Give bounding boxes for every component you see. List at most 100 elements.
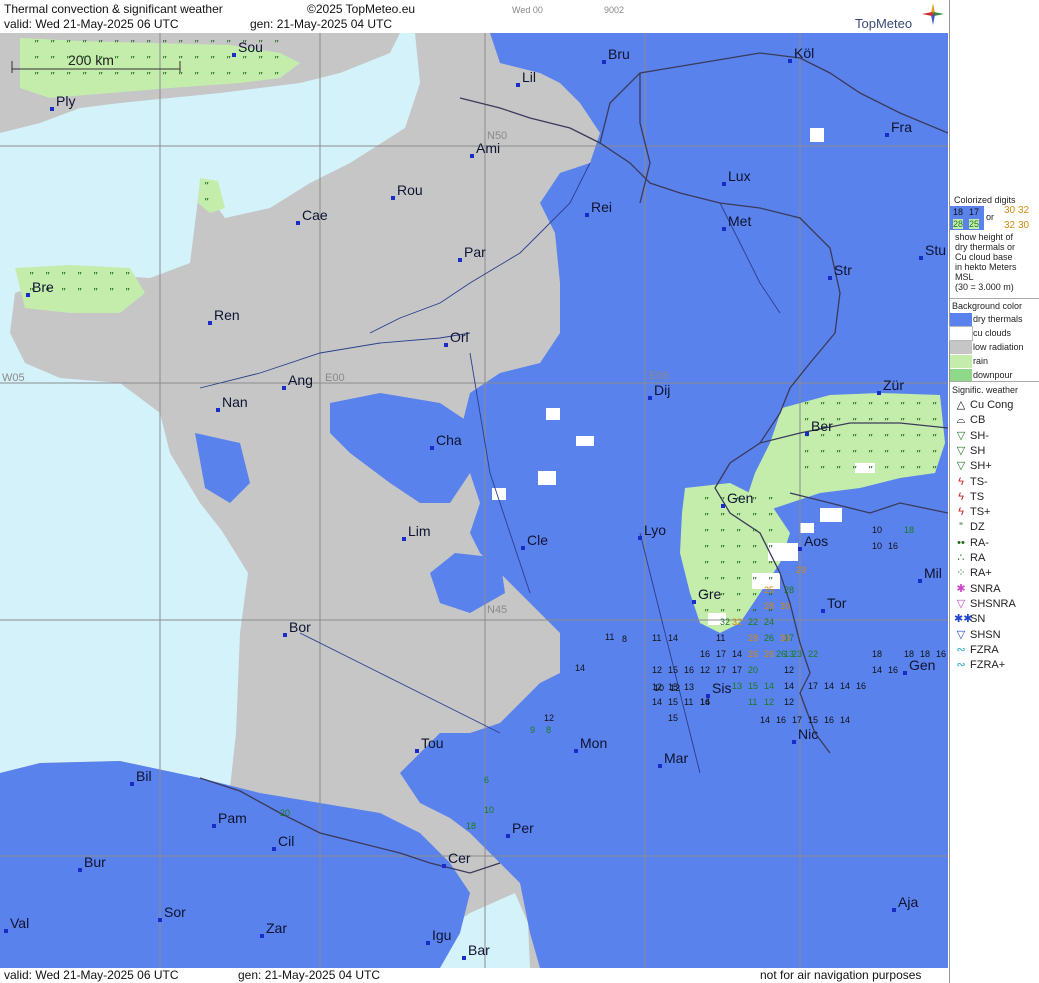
valid-time: valid: Wed 21-May-2025 06 UTC <box>4 17 179 31</box>
legend-sw-label: RA- <box>970 536 989 549</box>
height-digit: 12 <box>784 697 794 707</box>
height-digit: 16 <box>936 649 946 659</box>
drizzle-icon: ” <box>704 512 709 523</box>
drizzle-icon: ” <box>916 401 921 412</box>
legend-sw-label: RA+ <box>970 567 992 580</box>
drizzle-icon: ” <box>900 401 905 412</box>
city-label: Bur <box>84 854 106 870</box>
drizzle-icon: ” <box>34 71 39 82</box>
grid-label: E05 <box>649 370 669 382</box>
drizzle-icon: ” <box>130 71 135 82</box>
drizzle-icon: ” <box>114 71 119 82</box>
height-digit: 15 <box>808 715 818 725</box>
height-digit: 16 <box>888 665 898 675</box>
city-dot <box>574 749 578 753</box>
city-label: Bor <box>289 619 311 635</box>
footer-generated-time: gen: 21-May-2025 04 UTC <box>238 968 381 982</box>
weather-map[interactable]: 200 km N50N45W05 E00 E05 ”””””””””””””””””… <box>0 33 948 968</box>
drizzle-icon: ” <box>162 55 167 66</box>
snow-icon: ✱✱ <box>954 613 973 626</box>
height-digit: 12 <box>700 665 710 675</box>
legend-sw-label: SN <box>970 613 986 626</box>
drizzle-icon: ” <box>720 528 725 539</box>
city-label: Aos <box>804 533 828 549</box>
drizzle-icon: ” <box>125 271 130 282</box>
city-dot <box>788 59 792 63</box>
city-dot <box>442 864 446 868</box>
city-label: Köl <box>794 45 814 61</box>
city-dot <box>585 213 589 217</box>
grid-label: N45 <box>487 604 507 616</box>
city-dot <box>260 934 264 938</box>
city-dot <box>232 53 236 57</box>
drizzle-icon: ” <box>868 465 873 476</box>
height-digit: 8 <box>622 634 627 644</box>
legend-bg-label: dry thermals <box>973 314 1023 324</box>
drizzle-icon: ” <box>932 465 937 476</box>
city-label: Cae <box>302 207 328 223</box>
height-digit: 15 <box>748 681 758 691</box>
city-dot <box>470 154 474 158</box>
drizzle-icon: ” <box>93 271 98 282</box>
city-label: Igu <box>432 927 451 943</box>
copyright: ©2025 TopMeteo.eu <box>307 2 416 16</box>
rain-heavy-icon: ⁘ <box>956 567 966 580</box>
drizzle-icon: ” <box>194 71 199 82</box>
city-dot <box>506 834 510 838</box>
city-label: Zür <box>883 377 904 393</box>
drizzle-icon: ” <box>720 544 725 555</box>
city-dot <box>821 609 825 613</box>
height-digit: 18 <box>466 821 476 831</box>
city-dot <box>216 408 220 412</box>
city-dot <box>828 276 832 280</box>
legend-sw-label: SHSNRA <box>970 597 1016 610</box>
drizzle-icon: ” <box>194 55 199 66</box>
city-label: Bru <box>608 46 630 62</box>
height-digit: 28 <box>784 585 794 595</box>
legend-sw-label: CB <box>970 414 986 427</box>
snow-shower-icon: ▽ <box>956 628 966 641</box>
height-digit: 11 <box>652 633 661 643</box>
drizzle-icon: ” <box>752 560 757 571</box>
cloud-base-digit: 28 <box>764 601 774 611</box>
city-label: Bil <box>136 768 152 784</box>
legend-digit-samples: 18 17 28 25 <box>950 206 984 230</box>
drizzle-icon: ” <box>242 71 247 82</box>
legend-bg-label: cu clouds <box>973 328 1012 338</box>
city-dot <box>462 956 466 960</box>
height-digit: 32 <box>720 617 730 627</box>
height-digit: 17 <box>808 681 818 691</box>
city-dot <box>648 396 652 400</box>
height-digit: 14 <box>668 633 678 643</box>
city-label: Per <box>512 820 534 836</box>
city-label: Zar <box>266 920 287 936</box>
city-dot <box>706 694 710 698</box>
drizzle-icon: ” <box>178 55 183 66</box>
cloud-base-digit: 26 <box>748 649 758 659</box>
drizzle-icon: ” <box>204 181 209 192</box>
legend-swatch <box>949 326 973 341</box>
city-dot <box>722 182 726 186</box>
city-label: Gen <box>727 490 753 506</box>
footer-valid-time: valid: Wed 21-May-2025 06 UTC <box>4 968 179 982</box>
drizzle-icon: ” <box>884 417 889 428</box>
drizzle-icon: ” <box>98 55 103 66</box>
city-dot <box>638 536 642 540</box>
city-dot <box>444 343 448 347</box>
cloud-base-digit: 28 <box>748 633 758 643</box>
height-digit: 24 <box>764 617 774 627</box>
run-code-a: Wed 00 <box>512 5 543 15</box>
drizzle-icon: ” <box>900 433 905 444</box>
height-digit: 17 <box>732 665 742 675</box>
city-label: Tou <box>421 735 444 751</box>
drizzle-icon: ” <box>242 55 247 66</box>
drizzle-icon: ” <box>61 287 66 298</box>
drizzle-icon: ” <box>836 465 841 476</box>
city-dot <box>391 196 395 200</box>
legend-sw-title: Signific. weather <box>952 385 1019 395</box>
drizzle-icon: ” <box>704 544 709 555</box>
height-digit: 11 <box>748 697 757 707</box>
city-dot <box>78 868 82 872</box>
drizzle-icon: ” <box>258 55 263 66</box>
legend-swatch <box>950 341 972 354</box>
